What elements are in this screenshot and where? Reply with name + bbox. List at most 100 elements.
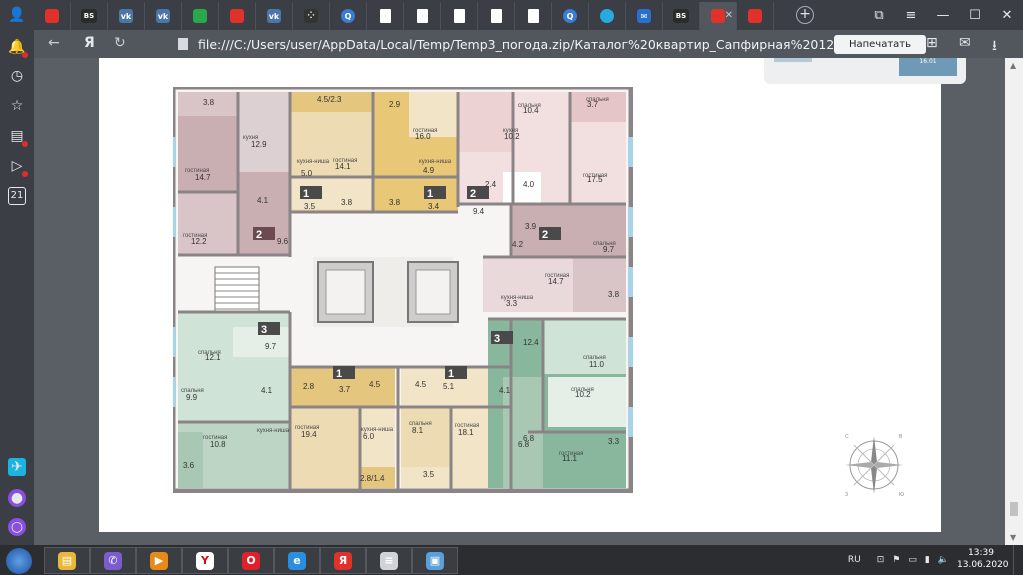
room-area-label: 3.5 bbox=[304, 202, 316, 211]
messenger-icon[interactable]: ✈ bbox=[8, 458, 26, 476]
downloads-icon[interactable]: ⭳ bbox=[992, 35, 997, 59]
taskbar-app[interactable]: ▤ bbox=[44, 547, 90, 574]
room-type-label: спальня bbox=[518, 103, 541, 109]
browser-tab[interactable] bbox=[441, 2, 478, 30]
browser-tab[interactable]: ✉ bbox=[626, 2, 663, 30]
ie-icon: e bbox=[288, 551, 306, 570]
yandex-logo-icon[interactable]: Я bbox=[84, 35, 95, 51]
browser-tab[interactable] bbox=[737, 2, 774, 30]
start-button[interactable] bbox=[6, 548, 32, 574]
thumbnail-card: 16.01 bbox=[764, 58, 966, 84]
browser-tab[interactable] bbox=[219, 2, 256, 30]
document-icon bbox=[416, 9, 428, 23]
taskbar-app[interactable]: ✆ bbox=[90, 547, 136, 574]
scroll-up-arrow-icon[interactable]: ▲ bbox=[1010, 61, 1016, 70]
room-count-text: 3 bbox=[261, 324, 267, 336]
tray-network-icon[interactable]: ⊡ bbox=[877, 555, 885, 565]
browser-tab[interactable]: vk bbox=[256, 2, 293, 30]
profile-icon[interactable]: 👤 bbox=[8, 6, 26, 24]
taskbar-app[interactable]: ≡ bbox=[366, 547, 412, 574]
taskbar-app[interactable]: ▣ bbox=[412, 547, 458, 574]
browser-tab[interactable] bbox=[478, 2, 515, 30]
assistant-icon[interactable]: ○ bbox=[8, 518, 26, 536]
counter-badge[interactable]: 21 bbox=[8, 187, 26, 205]
history-icon[interactable]: ◷ bbox=[8, 67, 26, 85]
image-viewer-icon: ▣ bbox=[426, 551, 444, 570]
new-tab-button[interactable]: + bbox=[796, 6, 814, 24]
browser-tab[interactable]: vk bbox=[145, 2, 182, 30]
room-area-label: 6.0 bbox=[363, 432, 375, 441]
collections-icon[interactable]: ⧉ bbox=[863, 0, 895, 30]
browser-tab[interactable]: ⁘ bbox=[293, 2, 330, 30]
url-field[interactable]: file:///C:/Users/user/AppData/Local/Temp… bbox=[198, 37, 859, 52]
tray-flag-icon[interactable]: ⚑ bbox=[892, 555, 900, 565]
video-icon[interactable]: ▷ bbox=[8, 157, 28, 177]
browser-tab[interactable]: BS bbox=[663, 2, 700, 30]
room-area-label: 3.7 bbox=[339, 385, 351, 394]
language-indicator[interactable]: RU bbox=[848, 555, 861, 565]
reload-button[interactable]: ↻ bbox=[114, 35, 126, 51]
maximize-button[interactable]: ☐ bbox=[959, 0, 991, 30]
taskbar-app[interactable]: Y bbox=[182, 547, 228, 574]
browser-tab[interactable]: vk bbox=[108, 2, 145, 30]
browser-tab[interactable] bbox=[515, 2, 552, 30]
show-desktop-button[interactable] bbox=[1013, 545, 1023, 575]
tray-signal-icon[interactable]: ▮ bbox=[925, 555, 930, 565]
browser-tab[interactable] bbox=[367, 2, 404, 30]
vk-icon: vk bbox=[156, 9, 170, 23]
viber-icon: ✆ bbox=[104, 551, 122, 570]
bookmarks-icon[interactable]: ☆ bbox=[8, 97, 26, 115]
close-window-button[interactable]: ✕ bbox=[991, 0, 1023, 30]
minimize-button[interactable]: — bbox=[927, 0, 959, 30]
room-area-label: 12.9 bbox=[251, 140, 267, 149]
alice-icon[interactable]: ● bbox=[8, 489, 26, 507]
room-type-label: кухня-ниша bbox=[501, 295, 534, 301]
tray-volume-icon[interactable]: 🔈 bbox=[938, 555, 949, 565]
room-type-label: гостиная bbox=[183, 233, 207, 239]
browser-tab[interactable] bbox=[589, 2, 626, 30]
browser-tab[interactable]: BS bbox=[71, 2, 108, 30]
taskbar-app[interactable]: e bbox=[274, 547, 320, 574]
tray-battery-icon[interactable]: ▭ bbox=[908, 555, 917, 565]
zen-icon[interactable]: ▤ bbox=[8, 127, 28, 147]
scroll-thumb[interactable] bbox=[1010, 502, 1018, 516]
back-button[interactable]: ← bbox=[48, 35, 60, 51]
browser-tab[interactable]: ✕ bbox=[700, 2, 737, 30]
taskbar-app[interactable]: ▶ bbox=[136, 547, 182, 574]
translate-icon[interactable]: ⊞ bbox=[926, 35, 938, 51]
scroll-down-arrow-icon[interactable]: ▼ bbox=[1010, 533, 1016, 542]
menu-icon[interactable]: ≡ bbox=[895, 0, 927, 30]
room-area-label: 8.1 bbox=[412, 426, 424, 435]
room-area-label: 4.5 bbox=[369, 380, 381, 389]
sidebar: 👤 🔔 ◷ ☆ ▤ ▷ 21 ✈ ● ○ bbox=[0, 0, 34, 545]
browser-tab[interactable] bbox=[34, 2, 71, 30]
clock[interactable]: 13:39 13.06.2020 bbox=[957, 547, 1009, 571]
print-button[interactable]: Напечатать bbox=[834, 35, 926, 54]
room-area-label: 3.3 bbox=[608, 437, 620, 446]
notifications-icon[interactable]: 🔔 bbox=[8, 38, 28, 58]
browser-tab[interactable] bbox=[182, 2, 219, 30]
room-type-label: спальня bbox=[583, 355, 606, 361]
room-area-label: 9.7 bbox=[265, 342, 277, 351]
tab-list: BS vk vk vk ⁘ Q Q ✉ BS ✕ bbox=[34, 2, 774, 30]
room-count-badge: 2 bbox=[539, 227, 561, 241]
file-icon bbox=[178, 38, 188, 50]
room-area-label: 3.8 bbox=[389, 198, 401, 207]
room-type-label: спальня bbox=[409, 421, 432, 427]
browser-tab[interactable]: Q bbox=[552, 2, 589, 30]
room-type-label: гостиная bbox=[583, 173, 607, 179]
room-type-label: кухня-ниша bbox=[419, 159, 452, 165]
room-type-label: спальня bbox=[593, 241, 616, 247]
tab-close-icon[interactable]: ✕ bbox=[725, 10, 733, 21]
room-area-label: 3.4 bbox=[428, 202, 440, 211]
room-type-label: спальня bbox=[181, 388, 204, 394]
taskbar-app[interactable]: O bbox=[228, 547, 274, 574]
room-type-label: гостиная bbox=[295, 425, 319, 431]
bs-icon: BS bbox=[81, 9, 97, 23]
browser-tab[interactable] bbox=[404, 2, 441, 30]
room-count-text: 1 bbox=[448, 368, 454, 380]
browser-tab[interactable]: Q bbox=[330, 2, 367, 30]
taskbar-app[interactable]: Я bbox=[320, 547, 366, 574]
mail-check-icon[interactable]: ✉ bbox=[959, 35, 971, 51]
vertical-scrollbar[interactable]: ▲ ▼ bbox=[1005, 58, 1023, 545]
